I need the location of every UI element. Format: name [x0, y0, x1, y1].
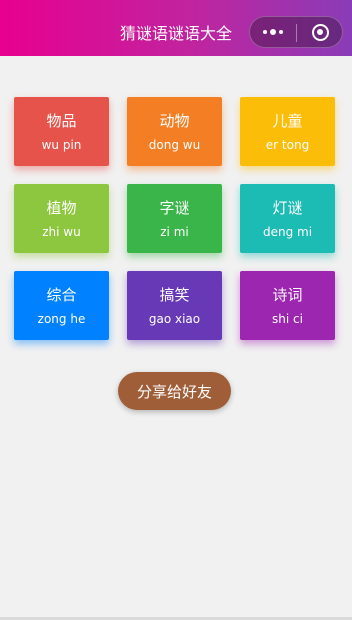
more-button[interactable] — [250, 17, 296, 47]
category-pinyin: gao xiao — [148, 311, 201, 326]
category-pinyin: er tong — [265, 137, 310, 152]
category-pinyin: zi mi — [160, 224, 189, 239]
category-tile-zi-mi[interactable]: 字谜 zi mi — [127, 184, 222, 253]
category-title: 儿童 — [272, 111, 303, 130]
category-tile-zhi-wu[interactable]: 植物 zhi wu — [14, 184, 109, 253]
category-grid: 物品 wu pin 动物 dong wu 儿童 er tong 植物 zhi wu 字谜 zi m… — [14, 97, 336, 340]
category-title: 动物 — [159, 111, 190, 130]
more-dots-icon — [263, 30, 267, 34]
category-tile-shi-ci[interactable]: 诗词 shi ci — [240, 271, 335, 340]
category-title: 灯谜 — [272, 198, 303, 217]
category-title: 植物 — [46, 198, 77, 217]
category-pinyin: zong he — [37, 311, 86, 326]
share-to-friends-button[interactable]: 分享给好友 — [118, 372, 231, 410]
category-tile-gao-xiao[interactable]: 搞笑 gao xiao — [127, 271, 222, 340]
top-navigation-bar: 猜谜语谜语大全 — [0, 0, 352, 56]
category-title: 综合 — [46, 285, 77, 304]
category-tile-zong-he[interactable]: 综合 zong he — [14, 271, 109, 340]
category-tile-wu-pin[interactable]: 物品 wu pin — [14, 97, 109, 166]
category-pinyin: dong wu — [148, 137, 201, 152]
category-pinyin: zhi wu — [42, 224, 81, 239]
category-pinyin: wu pin — [41, 137, 82, 152]
category-tile-er-tong[interactable]: 儿童 er tong — [240, 97, 335, 166]
category-tile-dong-wu[interactable]: 动物 dong wu — [127, 97, 222, 166]
category-tile-deng-mi[interactable]: 灯谜 deng mi — [240, 184, 335, 253]
category-title: 搞笑 — [159, 285, 190, 304]
category-title: 字谜 — [159, 198, 190, 217]
category-title: 物品 — [46, 111, 77, 130]
category-pinyin: shi ci — [272, 311, 303, 326]
category-pinyin: deng mi — [262, 224, 313, 239]
category-title: 诗词 — [272, 285, 303, 304]
close-button[interactable] — [297, 17, 343, 47]
target-circle-icon — [311, 23, 329, 41]
mini-program-capsule — [249, 16, 343, 48]
